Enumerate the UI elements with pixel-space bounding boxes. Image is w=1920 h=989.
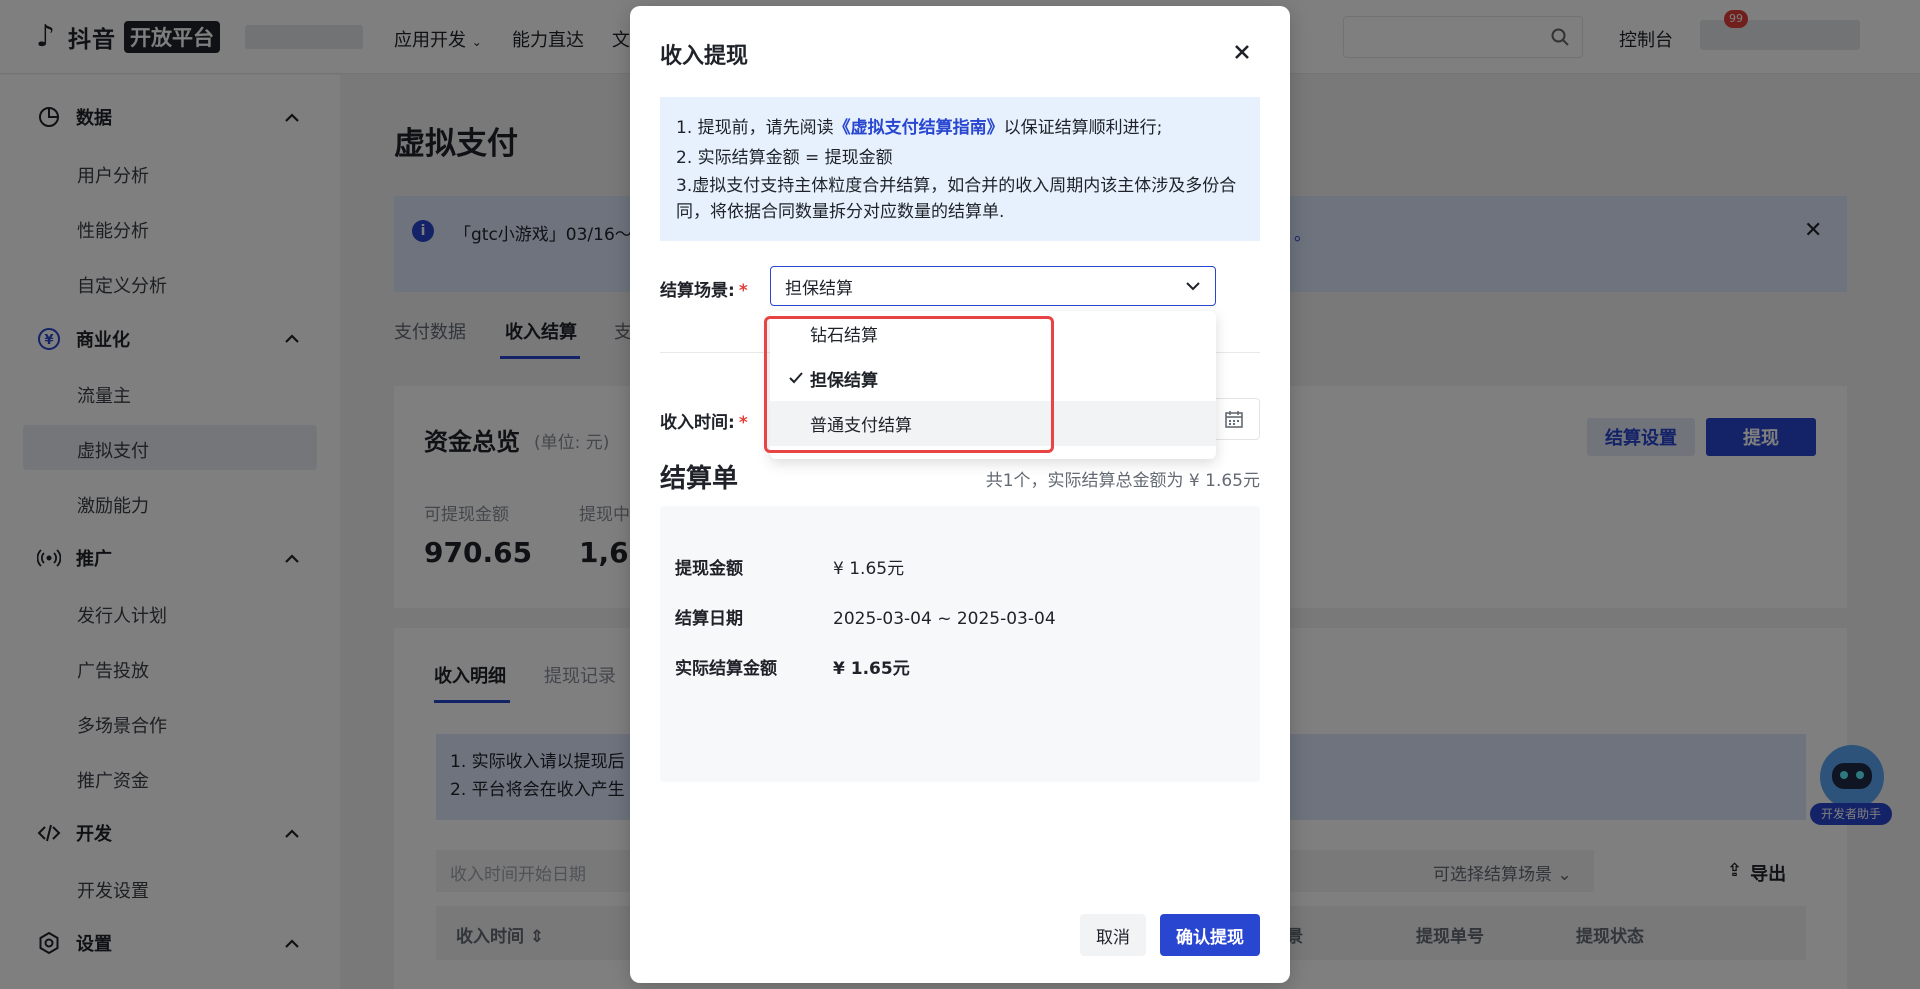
scene-select-value: 担保结算 [785, 278, 853, 299]
row-key: 提现金额 [675, 559, 743, 579]
settlement-sheet-title: 结算单 [660, 464, 739, 494]
row-withdraw-amount: 提现金额 ¥ 1.65元 [675, 554, 904, 579]
row-actual-amount: 实际结算金额 ¥ 1.65元 [675, 654, 910, 679]
withdraw-notice: 1. 提现前，请先阅读《虚拟支付结算指南》以保证结算顺利进行; 2. 实际结算金… [660, 97, 1260, 241]
notice-line-1: 1. 提现前，请先阅读《虚拟支付结算指南》以保证结算顺利进行; [676, 113, 1244, 143]
chevron-down-icon [1186, 282, 1200, 291]
row-settle-date: 结算日期 2025-03-04 ~ 2025-03-04 [675, 604, 1056, 629]
required-mark: * [738, 413, 748, 433]
settlement-sheet: 提现金额 ¥ 1.65元 结算日期 2025-03-04 ~ 2025-03-04 … [660, 506, 1260, 782]
notice-line-2: 2. 实际结算金额 = 提现金额 [676, 148, 893, 168]
notice-line-3: 3.虚拟支付支持主体粒度合并结算，如合并的收入周期内该主体涉及多份合同，将依据合… [676, 176, 1237, 222]
row-key: 结算日期 [675, 609, 743, 629]
scene-select[interactable]: 担保结算 [770, 266, 1216, 306]
row-value: ¥ 1.65元 [833, 659, 910, 679]
confirm-withdraw-button[interactable]: 确认提现 [1160, 914, 1260, 956]
cancel-button[interactable]: 取消 [1080, 914, 1146, 956]
income-time-picker[interactable] [1216, 398, 1260, 440]
row-value: 2025-03-04 ~ 2025-03-04 [833, 609, 1056, 629]
settlement-guide-link[interactable]: 《虚拟支付结算指南》 [834, 118, 1004, 138]
required-mark: * [738, 281, 748, 301]
notice-text: 1. 提现前，请先阅读 [676, 118, 834, 138]
notice-text: 以保证结算顺利进行; [1003, 118, 1163, 138]
calendar-icon [1225, 411, 1243, 428]
withdraw-modal: 收入提现 1. 提现前，请先阅读《虚拟支付结算指南》以保证结算顺利进行; 2. … [630, 6, 1290, 983]
highlight-annotation-box [764, 316, 1054, 453]
income-time-label-text: 收入时间: [660, 413, 735, 433]
settlement-summary: 共1个，实际结算总金额为 ¥ 1.65元 [985, 471, 1260, 491]
row-value: ¥ 1.65元 [833, 559, 905, 579]
close-icon[interactable] [1232, 42, 1252, 62]
income-time-label: 收入时间: * [660, 408, 748, 433]
row-key: 实际结算金额 [675, 659, 777, 679]
scene-label: 结算场景: * [660, 276, 748, 301]
scene-label-text: 结算场景: [660, 281, 735, 301]
modal-title: 收入提现 [660, 44, 749, 69]
